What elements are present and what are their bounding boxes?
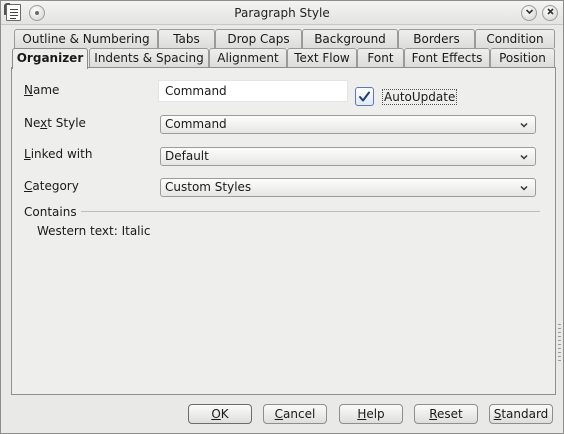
chevron-down-icon — [517, 180, 531, 195]
next-style-label: Next Style — [24, 116, 86, 130]
resize-grip[interactable] — [558, 324, 561, 364]
tab-drop-caps[interactable]: Drop Caps — [215, 29, 302, 48]
name-label: Name — [24, 83, 60, 97]
window-title: Paragraph Style — [234, 6, 330, 20]
reset-button[interactable]: Reset — [414, 404, 478, 424]
tab-font-effects[interactable]: Font Effects — [404, 48, 490, 67]
chevron-down-icon — [525, 7, 534, 19]
name-field[interactable] — [158, 80, 348, 102]
contains-text: Western text: Italic — [37, 224, 151, 238]
minimize-button[interactable] — [521, 5, 537, 21]
tab-position[interactable]: Position — [490, 48, 555, 67]
linked-with-value: Default — [165, 149, 209, 163]
autoupdate-label[interactable]: AutoUpdate — [382, 89, 458, 105]
tab-outline-numbering[interactable]: Outline & Numbering — [14, 29, 158, 48]
standard-button[interactable]: Standard — [489, 404, 553, 424]
linked-with-select[interactable]: Default — [160, 147, 536, 166]
tab-text-flow[interactable]: Text Flow — [287, 48, 357, 67]
close-icon — [546, 7, 555, 19]
tab-tabs[interactable]: Tabs — [158, 29, 215, 48]
tab-condition[interactable]: Condition — [475, 29, 555, 48]
tab-font[interactable]: Font — [357, 48, 404, 67]
category-select[interactable]: Custom Styles — [160, 178, 536, 197]
contains-heading: Contains — [24, 205, 77, 219]
dialog-window: Paragraph Style Outline & Numbering Tabs… — [0, 0, 564, 434]
chevron-down-icon — [517, 117, 531, 132]
next-style-value: Command — [165, 117, 227, 131]
title-bar[interactable]: Paragraph Style — [1, 1, 563, 25]
tab-alignment[interactable]: Alignment — [209, 48, 287, 67]
chevron-down-icon — [517, 149, 531, 164]
tab-borders[interactable]: Borders — [398, 29, 475, 48]
next-style-select[interactable]: Command — [160, 115, 536, 134]
category-value: Custom Styles — [165, 180, 252, 194]
cancel-button[interactable]: Cancel — [263, 404, 327, 424]
tab-indents-spacing[interactable]: Indents & Spacing — [89, 48, 209, 67]
ok-button[interactable]: OK — [188, 404, 252, 424]
category-label: Category — [24, 179, 79, 193]
checkmark-icon — [358, 90, 371, 103]
contains-divider — [81, 211, 540, 212]
linked-with-label: Linked with — [24, 147, 93, 161]
tab-background[interactable]: Background — [302, 29, 398, 48]
help-button[interactable]: Help — [339, 404, 403, 424]
tab-organizer[interactable]: Organizer — [12, 48, 88, 69]
close-button[interactable] — [542, 5, 558, 21]
autoupdate-checkbox[interactable] — [355, 87, 374, 106]
